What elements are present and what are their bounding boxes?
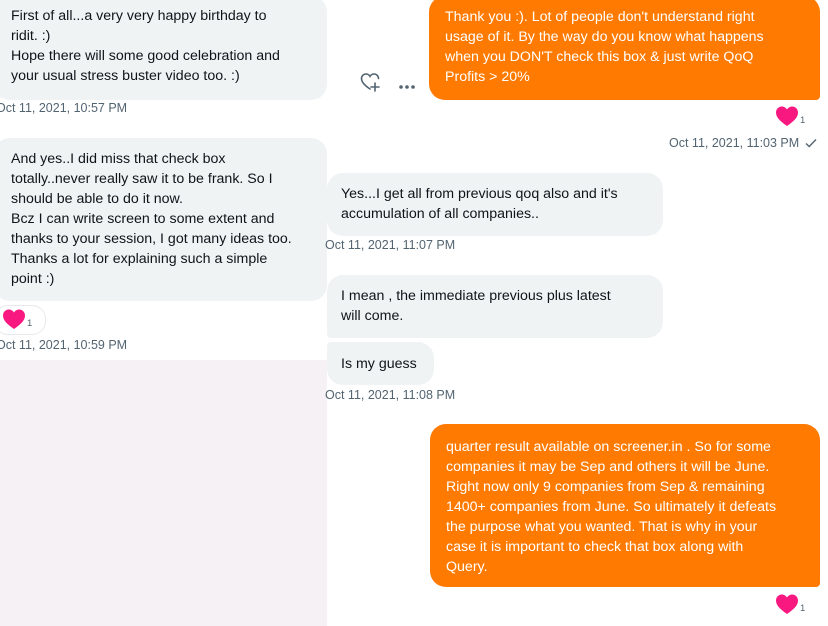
more-icon[interactable]	[397, 78, 417, 89]
message-text: should be able to do it now.	[11, 191, 183, 207]
message-timestamp: Oct 11, 2021, 11:07 PM	[325, 238, 456, 252]
message-text: Bcz I can write screen to some extent an…	[11, 211, 275, 227]
message-text: I mean , the immediate previous plus lat…	[341, 288, 611, 304]
message-text: Right now only 9 companies from Sep & re…	[446, 479, 765, 495]
message-bubble-outgoing[interactable]: Thank you :). Lot of people don't unders…	[429, 0, 820, 100]
reaction[interactable]: 1	[2, 308, 32, 330]
message-text: will come.	[341, 308, 404, 324]
message-text: Hope there will some good celebration an…	[11, 48, 280, 64]
window-edge	[822, 0, 828, 626]
message-text: And yes..I did miss that check box	[11, 151, 226, 167]
heart-icon	[776, 106, 798, 126]
heart-icon	[3, 309, 25, 329]
message-text: Thanks a lot for explaining such a simpl…	[11, 251, 268, 267]
reaction[interactable]: 1	[775, 105, 805, 127]
message-text: your usual stress buster video too. :)	[11, 68, 240, 84]
message-text: Query.	[446, 559, 488, 575]
message-bubble-outgoing[interactable]: quarter result available on screener.in …	[430, 424, 820, 587]
message-timestamp: Oct 11, 2021, 11:03 PM	[669, 136, 817, 150]
message-timestamp: Oct 11, 2021, 11:08 PM	[325, 388, 456, 402]
message-text: when you DON'T check this box & just wri…	[445, 49, 754, 65]
message-text: Thank you :). Lot of people don't unders…	[445, 9, 755, 25]
left-column-background	[0, 360, 327, 626]
message-text: 1400+ companies from June. So ultimately…	[446, 499, 777, 515]
message-bubble-incoming[interactable]: Yes...I get all from previous qoq also a…	[327, 173, 663, 236]
message-text: case it is important to check that box a…	[446, 539, 744, 555]
message-text: Yes...I get all from previous qoq also a…	[341, 186, 618, 202]
message-text: point :)	[11, 271, 55, 287]
reaction-count: 1	[27, 318, 33, 329]
message-bubble-incoming[interactable]: And yes..I did miss that check box total…	[0, 138, 327, 301]
message-bubble-incoming[interactable]: First of all...a very very happy birthda…	[0, 0, 327, 100]
message-timestamp: Oct 11, 2021, 10:57 PM	[0, 101, 128, 115]
message-timestamp: Oct 11, 2021, 10:59 PM	[0, 338, 128, 352]
message-text: usage of it. By the way do you know what…	[445, 29, 764, 45]
reaction[interactable]: 1	[775, 593, 805, 615]
message-bubble-incoming[interactable]: I mean , the immediate previous plus lat…	[327, 275, 663, 338]
check-icon	[805, 139, 817, 148]
message-bubble-incoming[interactable]: Is my guess	[327, 342, 434, 385]
message-text: Profits > 20%	[445, 69, 530, 85]
message-text: ridit. :)	[11, 28, 51, 44]
message-text: Is my guess	[341, 356, 417, 372]
message-timestamp-text: Oct 11, 2021, 11:03 PM	[669, 136, 800, 150]
message-text: First of all...a very very happy birthda…	[11, 8, 267, 24]
reaction-count: 1	[800, 115, 806, 126]
message-text: totally..never really saw it to be frank…	[11, 171, 273, 187]
message-text: quarter result available on screener.in …	[446, 439, 771, 455]
message-text: the purpose what you wanted. That is why…	[446, 519, 758, 535]
heart-plus-icon[interactable]	[360, 72, 382, 92]
heart-icon	[776, 594, 798, 614]
reaction-count: 1	[800, 603, 806, 614]
message-text: companies it may be Sep and others it wi…	[446, 459, 770, 475]
message-text: accumulation of all companies..	[341, 206, 539, 222]
message-text: thanks to your session, I got many ideas…	[11, 231, 292, 247]
